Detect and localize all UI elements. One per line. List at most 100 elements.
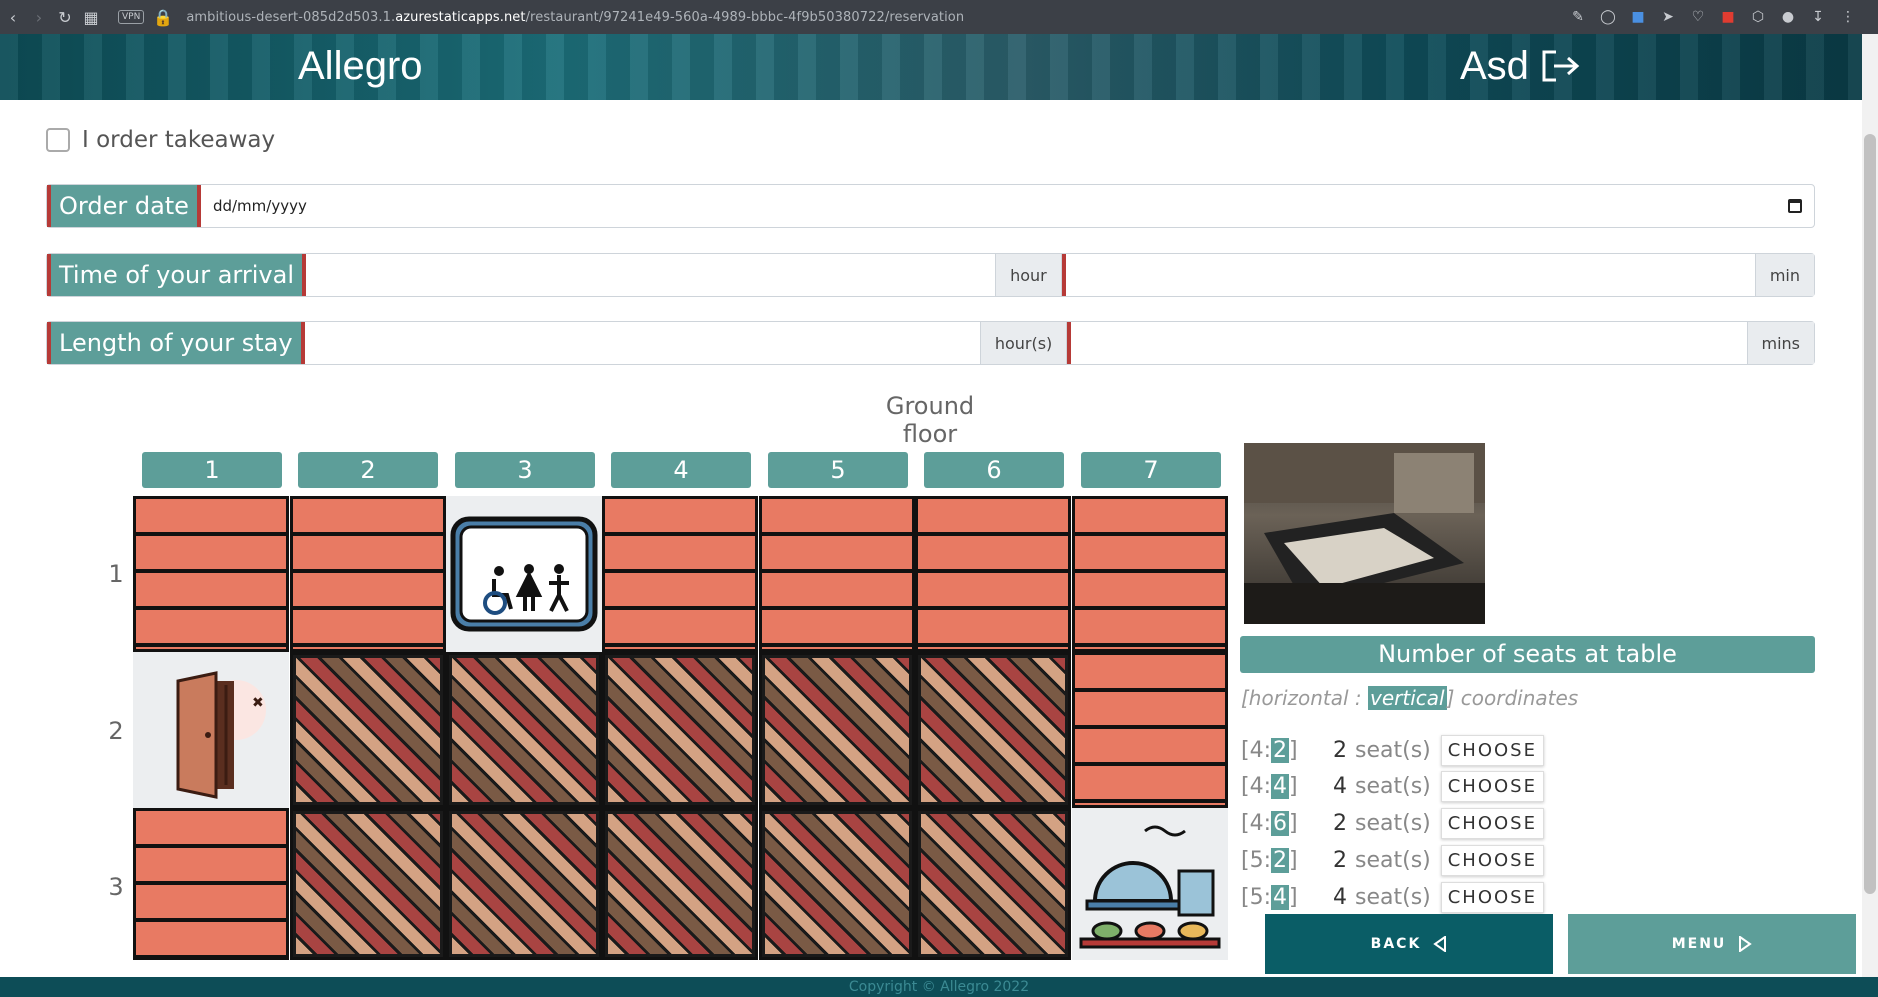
table-option: [5:2] 2 seat(s) CHOOSE [1241, 843, 1544, 877]
cell-wall-2-1 [290, 496, 446, 652]
tabs-grid-icon[interactable]: ▦ [78, 0, 104, 34]
extension-icon[interactable]: ■ [1716, 0, 1740, 34]
restaurant-photo [1244, 443, 1485, 624]
url-path: /restaurant/97241e49-560a-4989-bbbc-4f9b… [525, 9, 965, 25]
table-coord: [4:2] [1241, 737, 1298, 763]
door-icon: ✖ [176, 671, 266, 799]
cell-buffet-7-3 [1072, 808, 1228, 960]
arrival-hour-input[interactable] [306, 254, 995, 296]
page-scrollbar[interactable] [1862, 34, 1878, 977]
choose-button[interactable]: CHOOSE [1440, 844, 1544, 876]
arrival-min-input[interactable] [1066, 254, 1755, 296]
choose-button[interactable]: CHOOSE [1440, 807, 1544, 839]
column-header-2: 2 [298, 452, 438, 488]
cell-toilets-3-1 [446, 496, 602, 652]
choose-button[interactable]: CHOOSE [1440, 734, 1544, 766]
table-cell-2-3[interactable] [290, 808, 446, 960]
table-option: [5:4] 4 seat(s) CHOOSE [1241, 880, 1544, 914]
cell-wall-6-1 [915, 496, 1071, 652]
stay-mins-input[interactable] [1071, 322, 1746, 364]
lock-icon: 🔒 [153, 7, 174, 27]
table-coord: [4:4] [1241, 773, 1298, 799]
stay-length-group: Length of your stay hour(s) mins [46, 321, 1815, 365]
reload-icon[interactable]: ↻ [52, 0, 78, 34]
svg-text:✖: ✖ [252, 695, 264, 711]
vpn-badge[interactable]: VPN [118, 10, 145, 24]
table-cell-5-2[interactable] [759, 652, 915, 808]
table-cell-5-3[interactable] [759, 808, 915, 960]
seat-unit: seat(s) [1355, 884, 1431, 910]
download-icon[interactable]: ↧ [1806, 0, 1830, 34]
back-label: BACK [1370, 936, 1422, 952]
order-date-input[interactable]: dd/mm/yyyy [201, 185, 1814, 227]
forward-arrow-icon[interactable]: › [26, 0, 52, 34]
table-option: [4:6] 2 seat(s) CHOOSE [1241, 806, 1544, 840]
cell-wall-1-3 [133, 808, 289, 960]
edit-icon[interactable]: ✎ [1566, 0, 1590, 34]
stay-hours-input[interactable] [305, 322, 980, 364]
browser-toolbar: ‹ › ↻ ▦ VPN 🔒 ambitious-desert-085d2d503… [0, 0, 1878, 34]
seat-unit: seat(s) [1355, 847, 1431, 873]
menu-button[interactable]: MENU [1568, 914, 1856, 974]
brand-logo[interactable]: Allegro [298, 44, 423, 89]
back-arrow-icon[interactable]: ‹ [0, 0, 26, 34]
table-cell-6-2[interactable] [915, 652, 1071, 808]
seat-count: 4 [1333, 773, 1347, 799]
arrival-label: Time of your arrival [47, 254, 306, 296]
more-icon[interactable]: ⋮ [1836, 0, 1860, 34]
toilets-icon [450, 516, 598, 632]
send-icon[interactable]: ➤ [1656, 0, 1680, 34]
takeaway-option[interactable]: I order takeaway [46, 127, 275, 153]
table-coord: [5:2] [1241, 847, 1298, 873]
cell-wall-7-2 [1072, 652, 1228, 808]
url-prefix: ambitious-desert-085d2d503.1. [186, 9, 396, 25]
app-header: Allegro Asd [0, 34, 1862, 100]
seat-unit: seat(s) [1355, 810, 1431, 836]
coords-legend: [horizontal : vertical] coordinates [1241, 686, 1578, 710]
takeaway-checkbox[interactable] [46, 128, 70, 152]
coords-prefix: [horizontal : [1241, 686, 1369, 710]
shield-icon[interactable]: ■ [1626, 0, 1650, 34]
url-domain: azurestaticapps.net [395, 9, 526, 25]
calendar-icon[interactable] [1788, 199, 1802, 213]
camera-icon[interactable]: ◯ [1596, 0, 1620, 34]
table-option: [4:2] 2 seat(s) CHOOSE [1241, 733, 1544, 767]
column-header-3: 3 [455, 452, 595, 488]
profile-icon[interactable]: ● [1776, 0, 1800, 34]
coords-suffix: ] coordinates [1446, 686, 1579, 710]
arrival-time-group: Time of your arrival hour min [46, 253, 1815, 297]
address-bar[interactable]: ambitious-desert-085d2d503.1.azurestatic… [186, 10, 964, 25]
seat-count: 2 [1333, 810, 1347, 836]
table-coord: [5:4] [1241, 884, 1298, 910]
table-cell-2-2[interactable] [290, 652, 446, 808]
table-cell-4-3[interactable] [602, 808, 758, 960]
triangle-left-icon [1433, 936, 1447, 952]
stay-hours-addon: hour(s) [979, 322, 1068, 364]
table-coord: [4:6] [1241, 810, 1298, 836]
heart-icon[interactable]: ♡ [1686, 0, 1710, 34]
triangle-right-icon [1739, 936, 1753, 952]
scroll-thumb[interactable] [1864, 134, 1876, 894]
seat-unit: seat(s) [1355, 737, 1431, 763]
stay-mins-addon: mins [1746, 322, 1815, 364]
column-header-4: 4 [611, 452, 751, 488]
table-cell-3-3[interactable] [446, 808, 602, 960]
row-header-3: 3 [108, 873, 124, 901]
cell-wall-1-1 [133, 496, 289, 652]
choose-button[interactable]: CHOOSE [1440, 770, 1544, 802]
cell-door-1-2: ✖ [133, 652, 289, 808]
seat-unit: seat(s) [1355, 773, 1431, 799]
row-header-2: 2 [108, 717, 124, 745]
table-cell-4-2[interactable] [602, 652, 758, 808]
table-cell-3-2[interactable] [446, 652, 602, 808]
buffet-icon [1079, 825, 1221, 949]
back-button[interactable]: BACK [1265, 914, 1553, 974]
logout-icon[interactable] [1540, 48, 1582, 84]
table-cell-6-3[interactable] [915, 808, 1071, 960]
cube-icon[interactable]: ⬡ [1746, 0, 1770, 34]
choose-button[interactable]: CHOOSE [1440, 881, 1544, 913]
column-header-6: 6 [924, 452, 1064, 488]
floor-title: Ground floor [885, 392, 975, 448]
order-date-label: Order date [47, 185, 201, 227]
seats-heading: Number of seats at table [1240, 636, 1815, 673]
